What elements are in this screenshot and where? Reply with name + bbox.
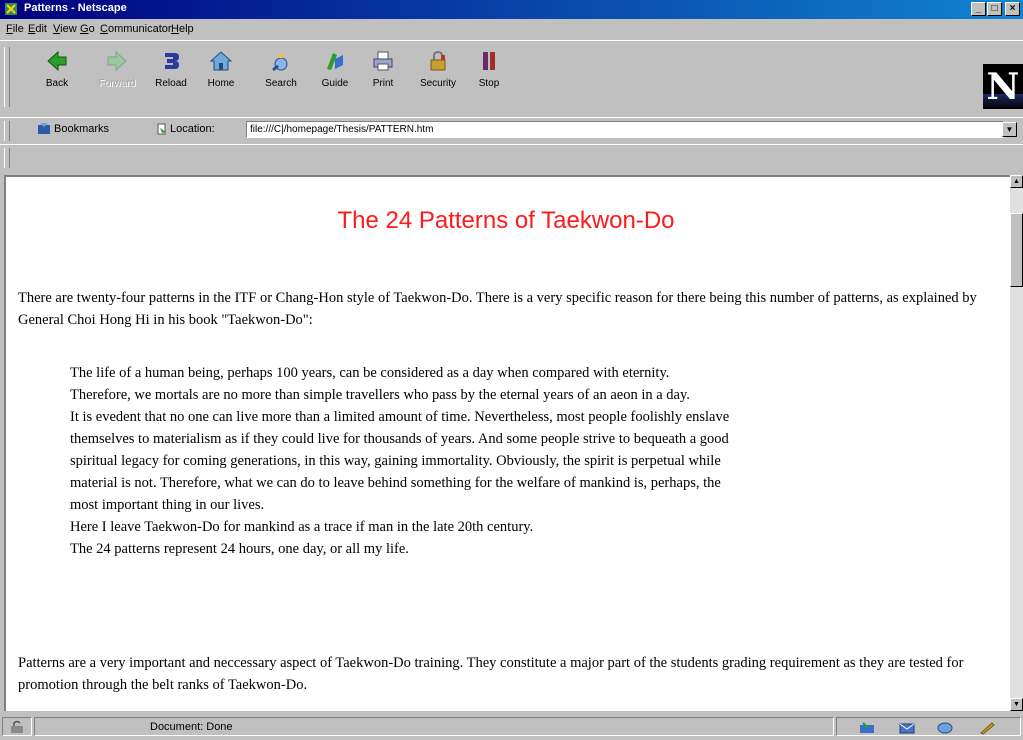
location-toolbar: Bookmarks Location: file:///C|/homepage/…	[0, 117, 1023, 145]
reload-button[interactable]: Reload	[146, 49, 196, 95]
menu-communicator[interactable]: Communicator	[100, 23, 172, 35]
quote-line: spiritual legacy for coming generations,…	[70, 453, 721, 469]
guide-label: Guide	[321, 78, 349, 89]
quote-line: Here I leave Taekwon-Do for mankind as a…	[70, 519, 534, 535]
quote-line: most important thing in our lives.	[70, 497, 265, 513]
forward-button[interactable]: Forward	[92, 49, 142, 95]
bookmarks-label: Bookmarks	[54, 123, 110, 135]
scroll-thumb[interactable]	[1010, 213, 1023, 287]
quote-line: material is not. Therefore, what we can …	[70, 475, 721, 491]
blockquote: The life of a human being, perhaps 100 y…	[70, 362, 970, 560]
search-label: Search	[265, 78, 297, 89]
menu-help[interactable]: Help	[171, 23, 194, 35]
location-label: Location:	[170, 123, 215, 135]
quote-line: themselves to materialism as if they cou…	[70, 431, 729, 447]
location-input[interactable]: file:///C|/homepage/Thesis/PATTERN.htm	[246, 121, 1004, 138]
back-button[interactable]: Back	[32, 49, 82, 95]
security-button[interactable]: Security	[413, 49, 463, 95]
maximize-button[interactable]: □	[987, 2, 1002, 16]
menu-bar: File Edit View Go Communicator Help	[0, 19, 1023, 39]
bookmarks-icon	[38, 123, 50, 134]
security-status-icon	[11, 720, 23, 733]
minimize-button[interactable]: _	[971, 2, 986, 16]
chevron-down-icon: ▼	[1005, 125, 1014, 134]
forward-label: Forward	[98, 78, 136, 89]
status-text: Document: Done	[150, 721, 233, 733]
quote-line: The life of a human being, perhaps 100 y…	[70, 365, 670, 381]
menu-go[interactable]: Go	[80, 23, 95, 35]
status-bar: Document: Done	[0, 713, 1023, 740]
composer-icon[interactable]	[978, 721, 996, 735]
guide-button[interactable]: Guide	[310, 49, 360, 95]
home-icon	[209, 51, 233, 71]
reload-label: Reload	[155, 78, 187, 89]
reload-icon	[165, 53, 179, 69]
printer-icon	[373, 51, 393, 71]
quote-line: Therefore, we mortals are no more than s…	[70, 387, 690, 403]
guide-icon	[327, 53, 343, 70]
page-proxy-icon[interactable]	[156, 122, 168, 136]
location-label-group: Location:	[157, 123, 215, 135]
page-content: The 24 Patterns of Taekwon-Do There are …	[4, 175, 1010, 711]
window-title: Patterns - Netscape	[24, 2, 127, 14]
home-label: Home	[207, 78, 235, 89]
close-button[interactable]: ×	[1005, 2, 1020, 16]
back-label: Back	[45, 78, 69, 89]
mailbox-icon[interactable]	[898, 721, 916, 735]
discussion-icon[interactable]	[936, 721, 954, 735]
print-button[interactable]: Print	[358, 49, 408, 95]
netscape-app-icon[interactable]	[4, 2, 18, 16]
back-arrow-icon	[47, 50, 67, 72]
stop-button[interactable]: Stop	[464, 49, 514, 95]
quote-line: The 24 patterns represent 24 hours, one …	[70, 541, 409, 557]
navigation-toolbar: Back Forward Reload Home Search Guide Pr…	[0, 40, 1023, 115]
stop-label: Stop	[478, 78, 500, 89]
print-label: Print	[372, 78, 394, 89]
vertical-scrollbar[interactable]: ▲ ▼	[1010, 175, 1023, 711]
intro-paragraph: There are twenty-four patterns in the IT…	[18, 290, 977, 328]
forward-arrow-icon	[107, 50, 127, 72]
location-grip[interactable]	[4, 121, 10, 141]
patterns-paragraph: Patterns are a very important and necces…	[18, 655, 964, 693]
scroll-down-icon: ▼	[1013, 701, 1020, 708]
status-lock-cell[interactable]	[2, 717, 32, 736]
page-title: The 24 Patterns of Taekwon-Do	[337, 207, 675, 234]
padlock-icon	[430, 50, 446, 71]
menu-file[interactable]: File	[6, 23, 24, 35]
quote-line: It is evedent that no one can live more …	[70, 409, 730, 425]
toolbar-grip[interactable]	[4, 47, 10, 107]
search-button[interactable]: Search	[256, 49, 306, 95]
search-icon	[272, 53, 288, 72]
personal-toolbar	[0, 144, 1023, 173]
scroll-up-button[interactable]: ▲	[1010, 175, 1023, 188]
location-dropdown-button[interactable]: ▼	[1002, 122, 1017, 137]
netscape-logo[interactable]: N	[983, 64, 1023, 109]
netscape-logo-letter: N	[986, 66, 1020, 108]
menu-edit[interactable]: Edit	[28, 23, 47, 35]
stop-icon	[483, 52, 495, 70]
home-button[interactable]: Home	[196, 49, 246, 95]
scroll-up-icon: ▲	[1013, 178, 1020, 185]
navigator-icon[interactable]	[858, 721, 876, 735]
security-label: Security	[419, 78, 457, 89]
personal-grip[interactable]	[4, 148, 10, 168]
menu-view[interactable]: View	[53, 23, 77, 35]
title-bar: Patterns - Netscape _ □ ×	[0, 0, 1023, 19]
scroll-down-button[interactable]: ▼	[1010, 698, 1023, 711]
